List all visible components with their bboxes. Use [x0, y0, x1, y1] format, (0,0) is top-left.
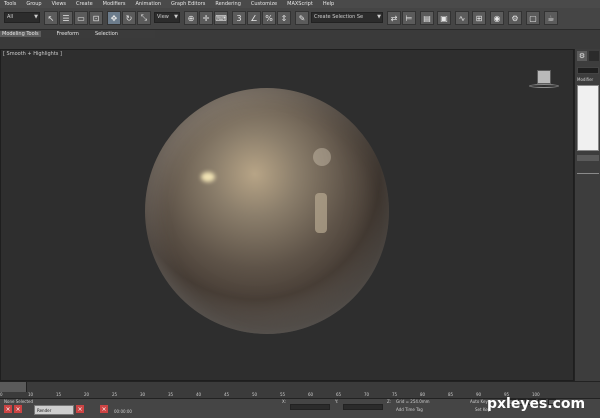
- y-coord-label: Y:: [335, 399, 339, 404]
- x-coord-label: X:: [282, 399, 287, 404]
- chevron-down-icon: ▼: [174, 14, 178, 20]
- chevron-down-icon: ▼: [377, 14, 381, 20]
- command-panel: ⚙ Modifier: [574, 49, 600, 381]
- modifier-stack[interactable]: [577, 85, 599, 151]
- align-icon[interactable]: ⊨: [402, 11, 416, 25]
- menu-bar: Tools Group Views Create Modifiers Anima…: [0, 0, 600, 8]
- render-frame-icon[interactable]: ▢: [526, 11, 540, 25]
- close-icon[interactable]: ×: [76, 405, 84, 413]
- menu-group[interactable]: Group: [26, 1, 41, 7]
- gear-icon[interactable]: ⚙: [577, 51, 587, 61]
- add-time-tag-button[interactable]: Add Time Tag: [396, 407, 423, 412]
- lamp-reflection: [201, 172, 215, 182]
- percent-snap-icon[interactable]: %: [262, 11, 276, 25]
- create-tab-icon[interactable]: [589, 51, 599, 61]
- snap-icon[interactable]: 3: [232, 11, 246, 25]
- mirror-icon[interactable]: ⇄: [387, 11, 401, 25]
- render-icon[interactable]: ☕: [544, 11, 558, 25]
- close-icon[interactable]: ×: [14, 405, 22, 413]
- reflective-sphere[interactable]: [145, 88, 389, 334]
- stack-buttons[interactable]: [577, 155, 599, 161]
- selection-status: None Selected: [4, 399, 34, 404]
- x-coord-field[interactable]: [290, 404, 330, 410]
- move-icon[interactable]: ✥: [107, 11, 121, 25]
- schematic-view-icon[interactable]: ⊞: [472, 11, 486, 25]
- rotate-icon[interactable]: ↻: [122, 11, 136, 25]
- close-icon[interactable]: ×: [4, 405, 12, 413]
- menu-help[interactable]: Help: [323, 1, 334, 7]
- viewport-label[interactable]: [ Smooth + Highlights ]: [3, 51, 62, 57]
- ribbon-tabs: Modeling Tools Freeform Selection: [0, 30, 155, 38]
- specular-highlight: [313, 148, 331, 166]
- select-manipulate-icon[interactable]: ✛: [199, 11, 213, 25]
- tab-freeform[interactable]: Freeform: [57, 31, 79, 37]
- perspective-viewport[interactable]: [ Smooth + Highlights ]: [0, 49, 574, 381]
- rect-region-icon[interactable]: ▭: [74, 11, 88, 25]
- tab-modeling-tools[interactable]: Modeling Tools: [0, 31, 41, 37]
- panel-divider: [577, 173, 599, 174]
- menu-views[interactable]: Views: [52, 1, 66, 7]
- chevron-down-icon: ▼: [34, 14, 38, 20]
- menu-maxscript[interactable]: MAXScript: [287, 1, 313, 7]
- select-by-name-icon[interactable]: ☰: [59, 11, 73, 25]
- auto-key-button[interactable]: Auto Key: [470, 399, 488, 404]
- menu-tools[interactable]: Tools: [4, 1, 16, 7]
- menu-graph-editors[interactable]: Graph Editors: [171, 1, 205, 7]
- material-editor-icon[interactable]: ◉: [490, 11, 504, 25]
- time-slider-handle[interactable]: [0, 382, 27, 392]
- menu-rendering[interactable]: Rendering: [215, 1, 241, 7]
- viewcube-icon[interactable]: [537, 70, 551, 84]
- grid-size: Grid = 254.0mm: [396, 399, 430, 404]
- reference-coord-dropdown[interactable]: View ▼: [154, 12, 180, 23]
- render-setup-icon[interactable]: ⚙: [508, 11, 522, 25]
- pivot-icon[interactable]: ⊕: [184, 11, 198, 25]
- window-reflection: [315, 193, 327, 233]
- graphite-icon[interactable]: ▣: [437, 11, 451, 25]
- select-icon[interactable]: ↖: [44, 11, 58, 25]
- scale-icon[interactable]: ⤡: [137, 11, 151, 25]
- watermark-logo: pxleyes.com: [487, 396, 586, 412]
- menu-customize[interactable]: Customize: [251, 1, 277, 7]
- menu-animation[interactable]: Animation: [136, 1, 162, 7]
- close-icon[interactable]: ×: [100, 405, 108, 413]
- keyboard-shortcut-icon[interactable]: ⌨: [214, 11, 228, 25]
- angle-snap-icon[interactable]: ∠: [247, 11, 261, 25]
- spinner-snap-icon[interactable]: ⇕: [277, 11, 291, 25]
- window-crossing-icon[interactable]: ⊡: [89, 11, 103, 25]
- taskbar-render-item[interactable]: Render: [34, 405, 74, 415]
- ribbon-strip: [0, 38, 574, 48]
- selection-filter-dropdown[interactable]: All ▼: [4, 12, 40, 23]
- named-selection-dropdown[interactable]: Create Selection Se ▼: [311, 12, 383, 23]
- y-coord-field[interactable]: [343, 404, 383, 410]
- layers-icon[interactable]: ▤: [420, 11, 434, 25]
- menu-create[interactable]: Create: [76, 1, 93, 7]
- tab-selection[interactable]: Selection: [95, 31, 118, 37]
- menu-modifiers[interactable]: Modifiers: [103, 1, 126, 7]
- object-name-field[interactable]: [577, 67, 599, 74]
- time-display: 00:00:00: [114, 409, 132, 414]
- edit-named-selection-icon[interactable]: ✎: [295, 11, 309, 25]
- modifier-list-label[interactable]: Modifier: [577, 77, 593, 82]
- viewcube-ring-icon[interactable]: [529, 84, 559, 88]
- curve-editor-icon[interactable]: ∿: [455, 11, 469, 25]
- main-toolbar: All ▼ ↖ ☰ ▭ ⊡ ✥ ↻ ⤡ View ▼ ⊕ ✛ ⌨ 3 ∠ % ⇕ ✎…: [0, 8, 600, 30]
- z-coord-label: Z:: [387, 399, 392, 404]
